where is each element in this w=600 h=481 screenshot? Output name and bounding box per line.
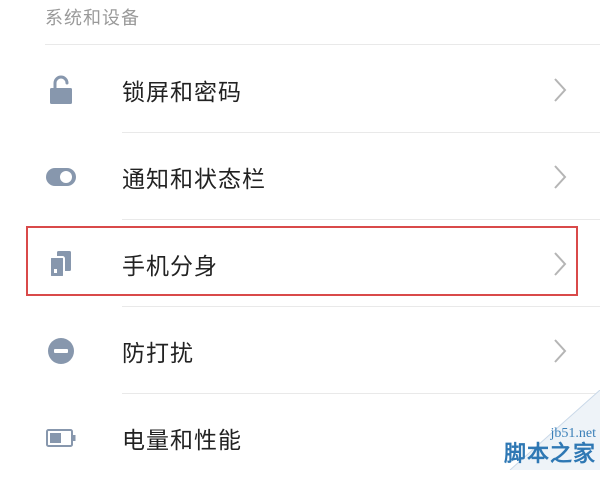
divider xyxy=(122,306,600,307)
divider xyxy=(122,393,600,394)
chevron-right-icon xyxy=(550,249,570,279)
settings-item-battery[interactable]: 电量和性能 xyxy=(0,395,600,481)
toggle-icon xyxy=(44,160,78,194)
battery-icon xyxy=(44,421,78,455)
settings-item-label: 通知和状态栏 xyxy=(122,167,266,193)
phone-clone-icon xyxy=(44,247,78,281)
chevron-right-icon xyxy=(550,162,570,192)
divider xyxy=(122,132,600,133)
settings-item-label: 防打扰 xyxy=(122,341,194,367)
settings-item-phone-clone[interactable]: 手机分身 xyxy=(0,221,600,307)
divider xyxy=(122,219,600,220)
settings-item-label: 锁屏和密码 xyxy=(122,80,242,106)
chevron-right-icon xyxy=(550,75,570,105)
settings-item-notifications[interactable]: 通知和状态栏 xyxy=(0,134,600,220)
divider xyxy=(45,44,600,45)
lock-icon xyxy=(44,73,78,107)
do-not-disturb-icon xyxy=(44,334,78,368)
settings-item-lock-screen[interactable]: 锁屏和密码 xyxy=(0,47,600,133)
section-header: 系统和设备 xyxy=(45,8,140,29)
settings-item-do-not-disturb[interactable]: 防打扰 xyxy=(0,308,600,394)
chevron-right-icon xyxy=(550,336,570,366)
settings-item-label: 电量和性能 xyxy=(122,428,242,454)
settings-item-label: 手机分身 xyxy=(122,254,218,280)
